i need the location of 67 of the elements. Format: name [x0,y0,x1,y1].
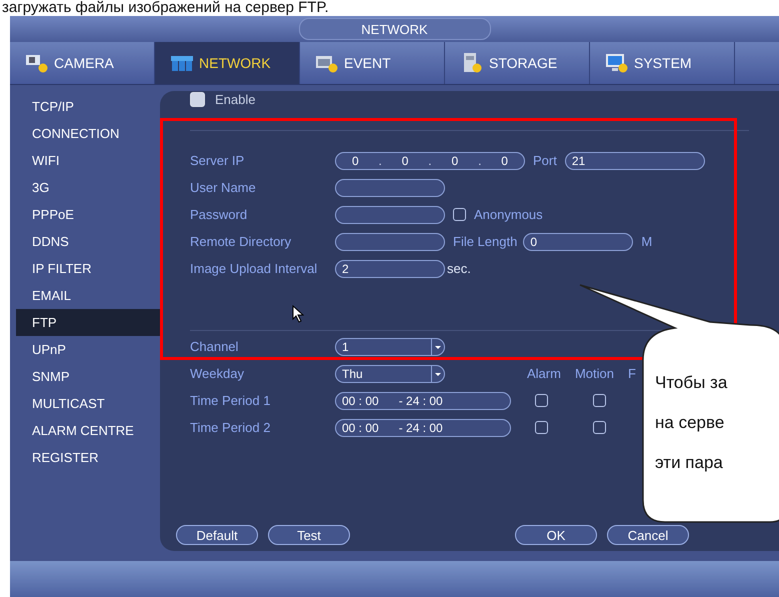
window-title: NETWORK [298,18,490,40]
field-label: Weekday [190,366,245,381]
sidebar-item[interactable]: TCP/IP [16,93,160,120]
button[interactable]: Test [268,525,350,545]
callout-text: эти пара [655,452,724,474]
caption-text: загружать файлы изображений на сервер FTP. [1,0,330,16]
input-field[interactable]: 21 [564,152,705,170]
caret-icon [431,366,444,382]
checkbox-label: Anonymous [474,207,543,222]
field-label: Remote Directory [190,234,292,249]
input-field[interactable]: 0 [523,232,634,250]
dropdown[interactable]: 1 [335,338,445,356]
checkbox[interactable] [593,421,606,434]
input-field[interactable] [335,178,445,196]
field-label: File Length [453,234,518,249]
tab[interactable]: NETWORK [155,42,300,84]
input-field[interactable] [335,206,445,224]
checkbox[interactable] [535,394,548,407]
sidebar-item[interactable]: ALARM CENTRE [16,417,160,444]
checkbox[interactable] [190,92,205,106]
sidebar-item[interactable]: MULTICAST [16,390,160,417]
column-header: Motion [574,366,614,381]
caret-icon [431,338,444,354]
callout-text: Чтобы за [655,372,728,394]
field-label: Time Period 1 [190,393,272,408]
camera-icon [24,52,50,74]
input-field[interactable]: 2 [335,260,445,278]
unit-label: M [641,234,652,249]
field-label: Time Period 2 [190,420,272,435]
callout-text: на серве [655,412,726,434]
sidebar-item[interactable]: REGISTER [16,444,160,471]
sidebar-item[interactable]: FTP [16,309,160,336]
unit-label: sec. [447,261,471,276]
checkbox[interactable] [593,394,606,407]
column-header: F [628,366,636,381]
sidebar-item[interactable]: 3G [16,174,160,201]
sidebar-item[interactable]: IP FILTER [16,255,160,282]
input-field[interactable] [335,232,445,250]
sidebar-item[interactable]: EMAIL [16,282,160,309]
field-label: Channel [190,339,240,354]
checkbox[interactable] [535,421,548,434]
cursor-icon [292,305,304,323]
dropdown[interactable]: Thu [335,364,445,382]
field-label: Port [533,153,557,168]
field-label: Image Upload Interval [190,261,318,276]
button[interactable]: Cancel [607,525,689,545]
sidebar-item[interactable]: WIFI [16,147,160,174]
field-label: User Name [190,180,257,195]
sidebar-item[interactable]: UPnP [16,336,160,363]
field-label: Server IP [190,153,246,168]
field-label: Password [190,207,248,222]
monitor-icon [604,52,630,74]
time-range-field[interactable]: 00 : 00 - 24 : 00 [335,392,511,410]
checkbox[interactable] [453,208,466,221]
column-header: Alarm [527,366,561,381]
time-range-field[interactable]: 00 : 00 - 24 : 00 [335,418,511,436]
ip-field[interactable]: 0 . 0 . 0 . 0 [335,152,525,170]
tab[interactable]: SYSTEM [590,42,735,84]
sidebar-item[interactable]: DDNS [16,228,160,255]
tab[interactable]: STORAGE [445,42,590,84]
checkbox-label: Enable [215,92,256,106]
button[interactable]: OK [515,525,597,545]
sidebar-item[interactable]: SNMP [16,363,160,390]
sidebar-item[interactable]: CONNECTION [16,120,160,147]
tab[interactable]: EVENT [300,42,445,84]
sidebar-item[interactable]: PPPoE [16,201,160,228]
button[interactable]: Default [176,525,258,545]
